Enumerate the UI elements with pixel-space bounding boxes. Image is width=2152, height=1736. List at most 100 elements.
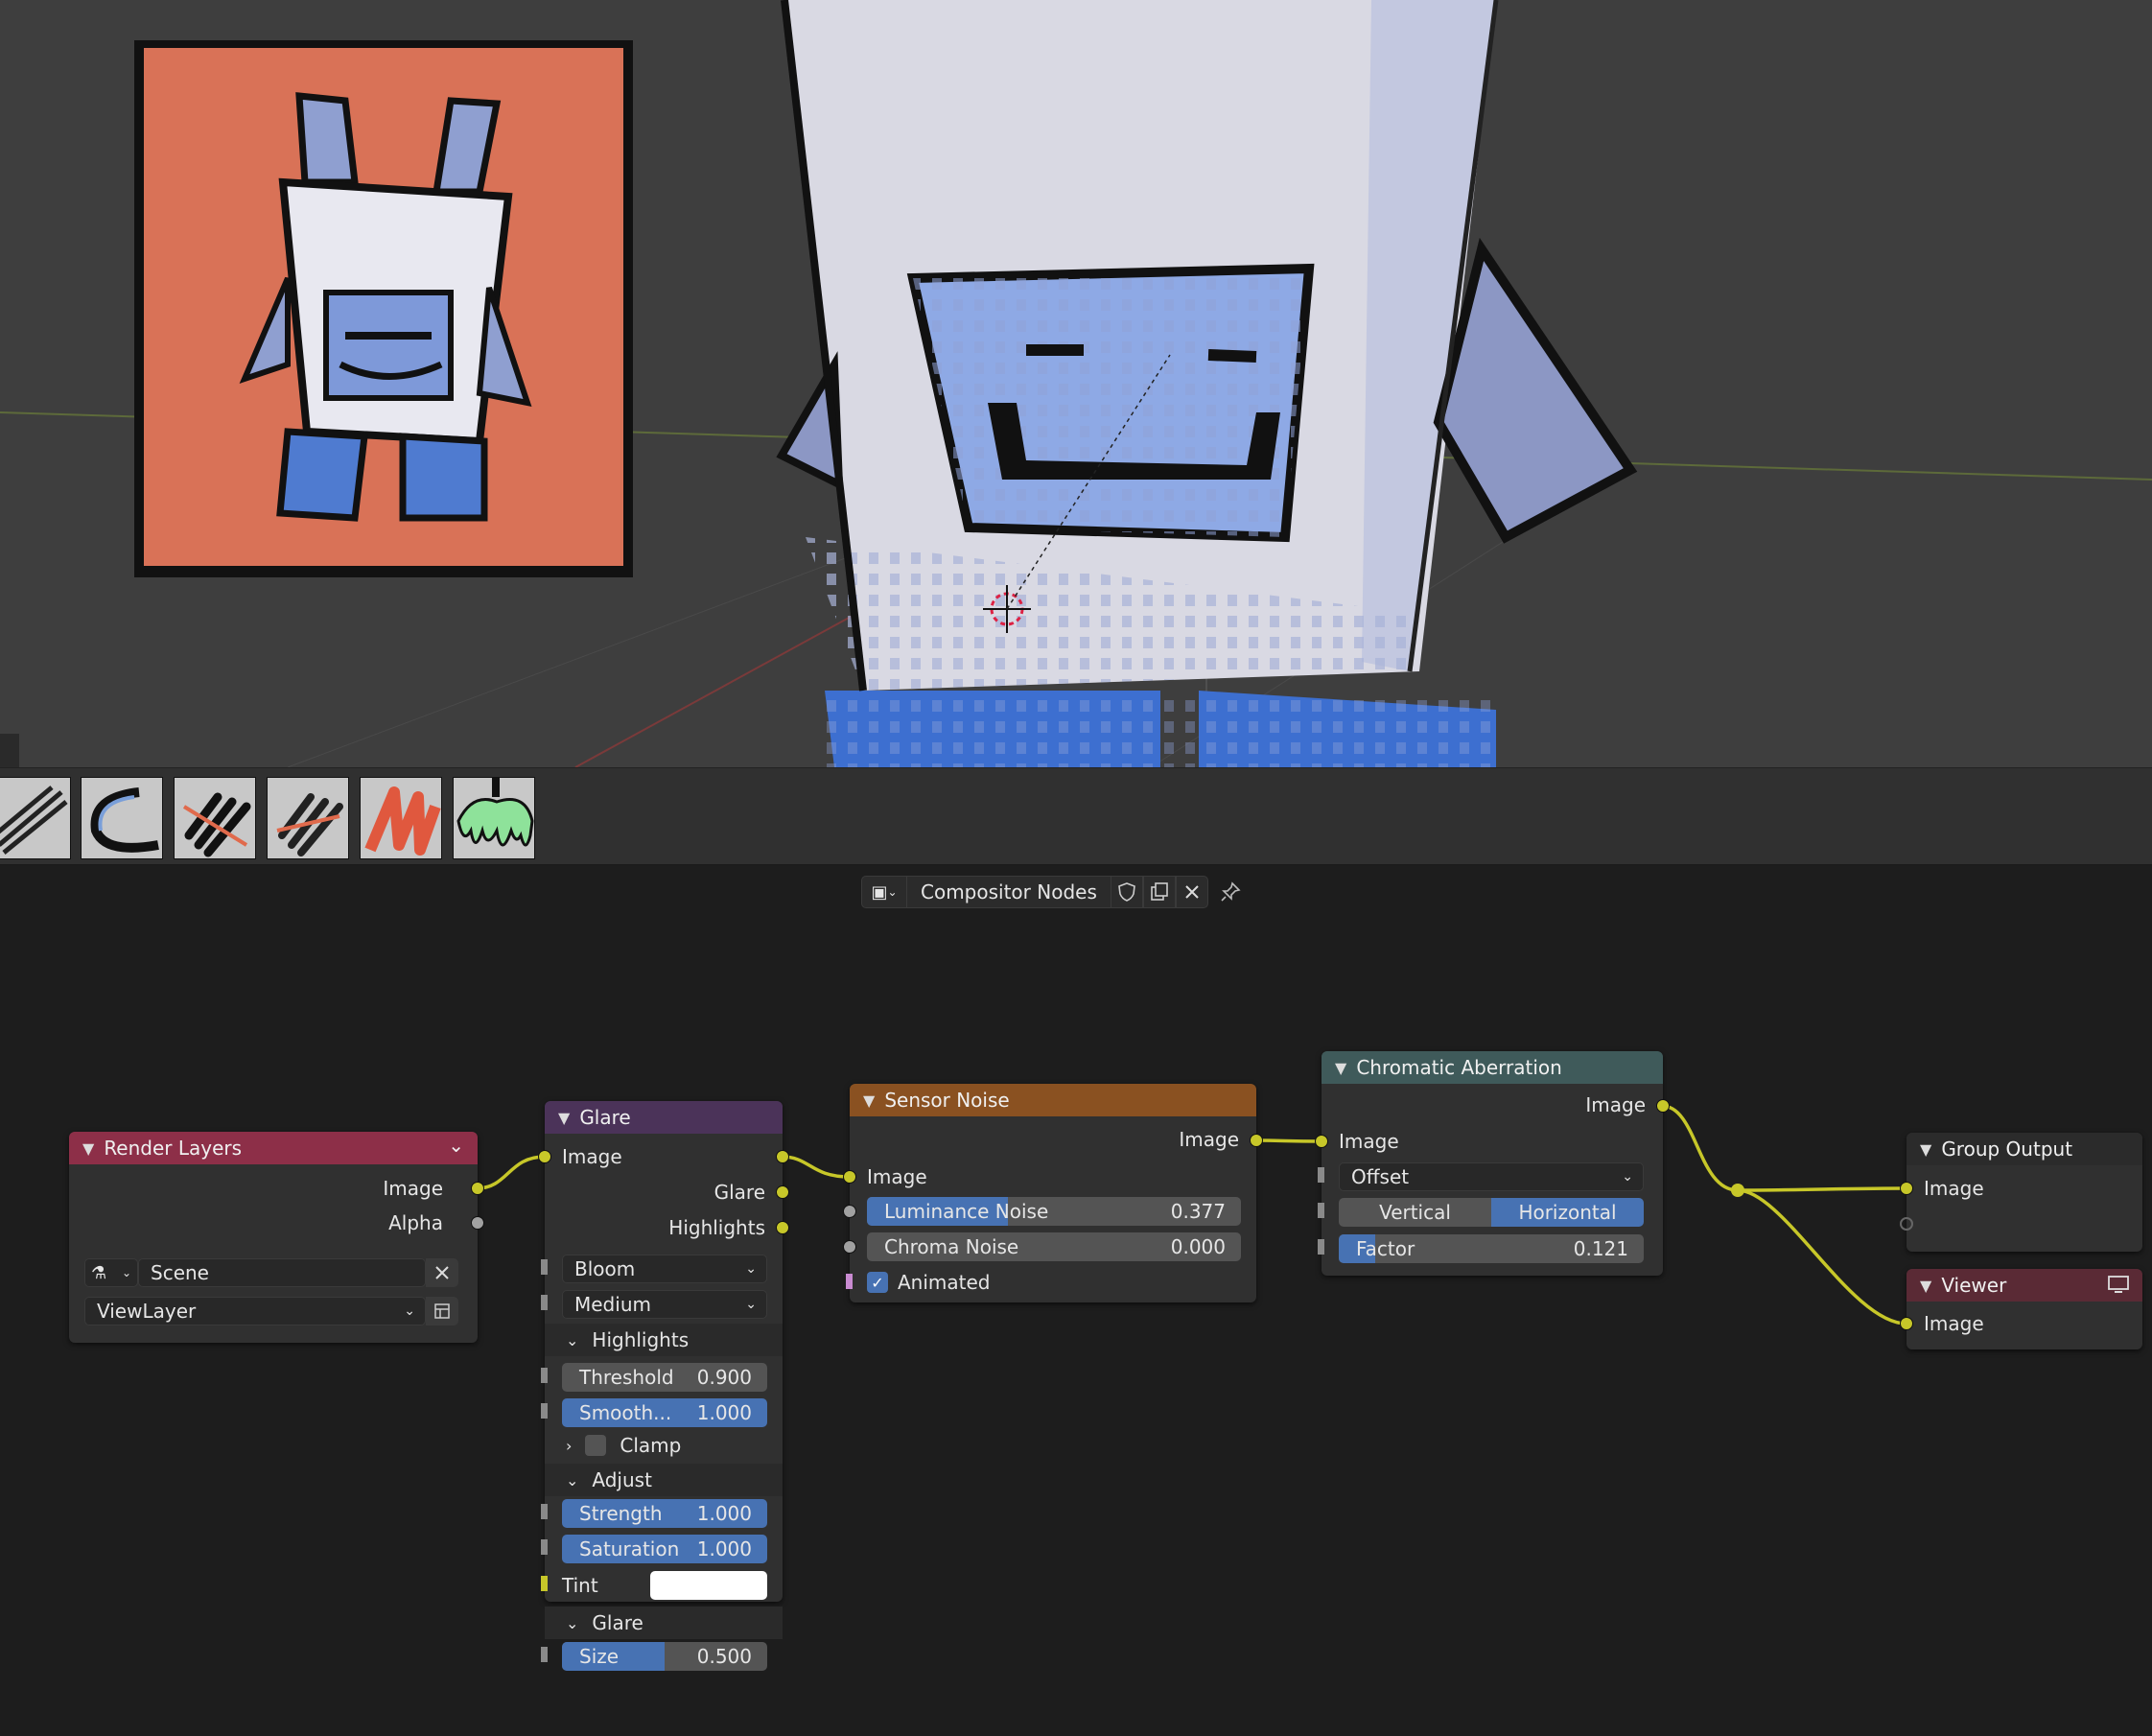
- quality-dropdown[interactable]: Medium ⌄: [562, 1290, 767, 1319]
- output-socket-image[interactable]: [776, 1150, 789, 1163]
- input-socket-strength[interactable]: [541, 1504, 548, 1519]
- chevron-down-icon[interactable]: ▼: [558, 1109, 570, 1127]
- render-layers-node[interactable]: ▼ Render Layers ⌄ Image Alpha ⚗ ⌄ Scene V…: [69, 1132, 484, 1343]
- chevron-down-icon[interactable]: ▼: [1920, 1277, 1931, 1295]
- luminance-noise-field[interactable]: Luminance Noise 0.377: [867, 1197, 1241, 1226]
- chevron-down-icon[interactable]: ⌄: [448, 1134, 464, 1157]
- input-socket-size[interactable]: [541, 1647, 548, 1662]
- group-output-node[interactable]: ▼ Group Output Image: [1900, 1133, 2142, 1252]
- render-passes-icon[interactable]: [426, 1297, 458, 1325]
- adjust-panel-header[interactable]: ⌄ Adjust: [545, 1464, 783, 1496]
- brush-ink-curve-icon[interactable]: [81, 777, 163, 859]
- tint-label: Tint: [562, 1574, 598, 1597]
- saturation-field[interactable]: Saturation 1.000: [562, 1535, 767, 1563]
- glare-panel-header[interactable]: ⌄ Glare: [545, 1607, 783, 1639]
- animated-checkbox[interactable]: ✓: [867, 1272, 888, 1293]
- field-value: 0.377: [1170, 1200, 1226, 1223]
- close-icon[interactable]: [426, 1258, 458, 1287]
- mode-dropdown[interactable]: Offset ⌄: [1339, 1162, 1644, 1191]
- node-editor[interactable]: ▣ ⌄ Compositor Nodes ▼ Render Layers ⌄ I…: [0, 866, 2152, 1736]
- node-title: Viewer: [1941, 1274, 2007, 1297]
- output-socket-highlights[interactable]: [776, 1221, 789, 1234]
- input-socket-animated[interactable]: [846, 1274, 853, 1289]
- horizontal-button[interactable]: Horizontal: [1491, 1198, 1644, 1227]
- input-socket-empty[interactable]: [1900, 1217, 1913, 1231]
- scene-icon: ⚗: [91, 1262, 107, 1283]
- field-value: 0.121: [1573, 1237, 1628, 1260]
- input-socket-quality[interactable]: [541, 1295, 548, 1310]
- field-value: 1.000: [696, 1502, 752, 1525]
- viewer-node[interactable]: ▼ Viewer Image: [1900, 1269, 2142, 1349]
- input-socket-smoothness[interactable]: [541, 1403, 548, 1419]
- view-layer-value: ViewLayer: [97, 1300, 197, 1323]
- brush-pencil-icon[interactable]: [0, 777, 71, 859]
- scene-value: Scene: [151, 1261, 209, 1284]
- field-label: Luminance Noise: [884, 1200, 1049, 1223]
- render-layers-header[interactable]: ▼ Render Layers ⌄: [69, 1132, 478, 1164]
- chevron-down-icon[interactable]: ▼: [82, 1139, 94, 1158]
- factor-field[interactable]: Factor 0.121: [1339, 1234, 1644, 1263]
- chromatic-aberration-header[interactable]: ▼ Chromatic Aberration: [1322, 1051, 1663, 1084]
- input-socket-factor[interactable]: [1318, 1239, 1324, 1255]
- field-label: Chroma Noise: [884, 1235, 1019, 1258]
- output-socket-glare[interactable]: [776, 1185, 789, 1199]
- animated-row[interactable]: ✓ Animated: [867, 1268, 991, 1297]
- chevron-down-icon[interactable]: ▼: [863, 1091, 875, 1110]
- field-label: Strength: [579, 1502, 663, 1525]
- input-socket-mode[interactable]: [1318, 1167, 1324, 1183]
- input-socket-tint[interactable]: [541, 1576, 548, 1591]
- sensor-noise-node[interactable]: ▼ Sensor Noise Image Image Luminance Noi…: [843, 1084, 1263, 1302]
- direction-toggle[interactable]: Vertical Horizontal: [1339, 1198, 1644, 1227]
- chevron-down-icon[interactable]: ▼: [1335, 1059, 1346, 1077]
- scene-type-dropdown[interactable]: ⚗ ⌄: [84, 1258, 138, 1287]
- group-output-header[interactable]: ▼ Group Output: [1906, 1133, 2142, 1165]
- chevron-down-icon[interactable]: ▼: [1920, 1140, 1931, 1159]
- input-socket-direction[interactable]: [1318, 1203, 1324, 1218]
- panel-title: Highlights: [592, 1328, 690, 1351]
- input-socket-image[interactable]: [1900, 1317, 1913, 1330]
- sensor-noise-header[interactable]: ▼ Sensor Noise: [850, 1084, 1256, 1116]
- chevron-down-icon: ⌄: [566, 1470, 579, 1490]
- input-socket-saturation[interactable]: [541, 1539, 548, 1555]
- clamp-panel-header[interactable]: › Clamp: [566, 1431, 681, 1460]
- node-title: Group Output: [1941, 1138, 2073, 1161]
- output-socket-image[interactable]: [471, 1182, 484, 1195]
- input-socket-image[interactable]: [1315, 1135, 1328, 1148]
- glare-header[interactable]: ▼ Glare: [545, 1101, 783, 1134]
- brush-marker-alt-icon[interactable]: [267, 777, 349, 859]
- brush-crayon-icon[interactable]: [360, 777, 442, 859]
- view-layer-dropdown[interactable]: ViewLayer ⌄: [84, 1297, 426, 1325]
- 3d-viewport[interactable]: [0, 0, 2152, 767]
- field-label: Size: [579, 1645, 620, 1668]
- input-image-label: Image: [1924, 1177, 1984, 1200]
- chroma-noise-field[interactable]: Chroma Noise 0.000: [867, 1232, 1241, 1261]
- monitor-icon[interactable]: [2108, 1275, 2129, 1299]
- input-socket-image[interactable]: [538, 1150, 551, 1163]
- threshold-field[interactable]: Threshold 0.900: [562, 1363, 767, 1392]
- brush-drip-icon[interactable]: [453, 777, 535, 859]
- size-field[interactable]: Size 0.500: [562, 1642, 767, 1671]
- input-socket-type[interactable]: [541, 1259, 548, 1275]
- input-socket-image[interactable]: [843, 1170, 856, 1184]
- chromatic-aberration-node[interactable]: ▼ Chromatic Aberration Image Image Offse…: [1315, 1051, 1670, 1276]
- input-socket-chroma-noise[interactable]: [843, 1240, 856, 1254]
- input-socket-threshold[interactable]: [541, 1368, 548, 1383]
- brush-marker-icon[interactable]: [174, 777, 256, 859]
- field-label: Threshold: [579, 1366, 674, 1389]
- input-socket-luminance-noise[interactable]: [843, 1205, 856, 1218]
- output-socket-image[interactable]: [1656, 1099, 1670, 1113]
- tint-color-swatch[interactable]: [650, 1571, 767, 1600]
- smoothness-field[interactable]: Smooth... 1.000: [562, 1398, 767, 1427]
- glare-type-dropdown[interactable]: Bloom ⌄: [562, 1255, 767, 1283]
- strength-field[interactable]: Strength 1.000: [562, 1499, 767, 1528]
- input-socket-image[interactable]: [1900, 1182, 1913, 1195]
- clamp-checkbox[interactable]: [585, 1435, 607, 1456]
- viewer-header[interactable]: ▼ Viewer: [1906, 1269, 2142, 1302]
- highlights-panel-header[interactable]: ⌄ Highlights: [545, 1324, 783, 1356]
- node-title: Sensor Noise: [884, 1089, 1010, 1112]
- output-socket-image[interactable]: [1250, 1134, 1263, 1147]
- output-socket-alpha[interactable]: [471, 1216, 484, 1230]
- vertical-button[interactable]: Vertical: [1339, 1198, 1491, 1227]
- glare-node[interactable]: ▼ Glare Image Glare Highlights Bloom ⌄ Me…: [538, 1101, 789, 1671]
- scene-field[interactable]: Scene: [138, 1258, 426, 1287]
